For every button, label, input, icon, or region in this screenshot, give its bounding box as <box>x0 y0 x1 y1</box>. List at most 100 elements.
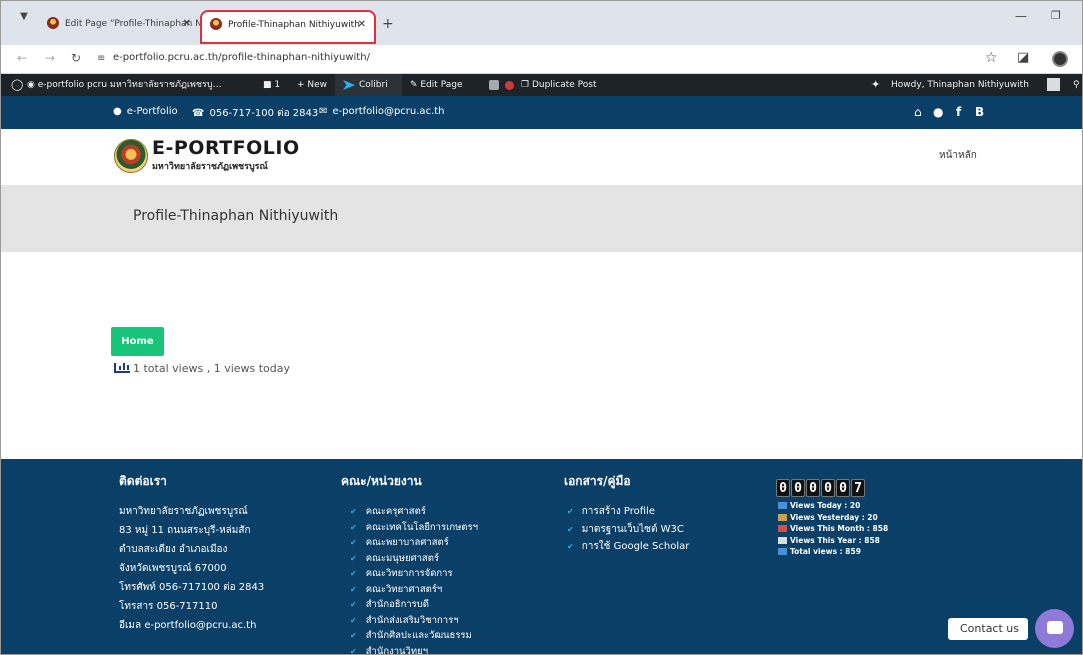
admin-bar-new[interactable]: + New <box>297 74 327 96</box>
stat-views-year: Views This Year : 858 <box>778 535 888 547</box>
faculty-link[interactable]: คณะเทคโนโลยีการเกษตรฯ <box>350 520 478 536</box>
site-footer: ติดต่อเรา มหาวิทยาลัยราชภัฏเพชรบูรณ์ 83 … <box>1 459 1082 655</box>
document-link[interactable]: การสร้าง Profile <box>567 503 689 521</box>
faculty-link[interactable]: คณะมนุษยศาสตร์ <box>350 551 478 567</box>
blog-icon[interactable]: B <box>975 105 984 119</box>
top-contact-bar: ● e-Portfolio ☎ 056-717-100 ต่อ 2843 ✉ e-po… <box>1 96 1082 129</box>
back-arrow-icon[interactable]: ← <box>17 51 27 65</box>
block-editor-icon[interactable] <box>489 80 499 90</box>
window-minimize-icon[interactable]: — <box>1015 9 1027 23</box>
chat-icon <box>1047 621 1063 634</box>
faculty-link[interactable]: สำนักส่งเสริมวิชาการฯ <box>350 613 478 629</box>
tab-close-icon[interactable]: ✕ <box>183 11 191 37</box>
status-dot-icon <box>505 81 514 90</box>
counter-digit: 0 <box>806 479 820 497</box>
comment-icon: ■ <box>263 80 275 90</box>
admin-bar-site-name[interactable]: ◉ e-portfolio pcru มหาวิทยาลัยราชภัฏเพชร… <box>27 74 222 96</box>
phone-link[interactable]: ☎ 056-717-100 ต่อ 2843 <box>192 106 318 121</box>
tab-edit-page[interactable]: Edit Page “Profile-Thinaphan N ✕ <box>39 11 202 43</box>
portfolio-label: e-Portfolio <box>126 106 178 117</box>
counter-digit: 0 <box>791 479 805 497</box>
home-icon[interactable]: ⌂ <box>914 105 922 119</box>
admin-bar-edit-page[interactable]: ✎ Edit Page <box>410 74 462 96</box>
faculty-link[interactable]: คณะพยาบาลศาสตร์ <box>350 535 478 551</box>
page-title-band: Profile-Thinaphan Nithiyuwith <box>1 185 1082 252</box>
tab-profile-active[interactable]: Profile-Thinaphan Nithiyuwith ✕ <box>200 10 376 44</box>
document-link[interactable]: มาตรฐานเว็บไซต์ W3C <box>567 521 689 539</box>
faculty-link[interactable]: คณะวิทยาการจัดการ <box>350 566 478 582</box>
new-tab-plus-icon[interactable]: + <box>382 16 394 32</box>
envelope-icon: ✉ <box>319 106 328 117</box>
tab-close-icon[interactable]: ✕ <box>358 12 366 38</box>
faculty-link[interactable]: สำนักศิลปะและวัฒนธรรม <box>350 628 478 644</box>
portfolio-link[interactable]: ● e-Portfolio <box>113 106 178 117</box>
wp-admin-bar: ◯ ◉ e-portfolio pcru มหาวิทยาลัยราชภัฏเพ… <box>1 74 1082 96</box>
document-link[interactable]: การใช้ Google Scholar <box>567 538 690 556</box>
pencil-icon: ✎ <box>410 80 421 90</box>
contact-line: 83 หมู่ 11 ถนนสระบุรี-หล่มสัก <box>119 525 251 536</box>
faculty-link[interactable]: สำนักอธิการบดี <box>350 597 478 613</box>
tab-title: Edit Page “Profile-Thinaphan N <box>65 19 202 29</box>
admin-bar-account[interactable]: Howdy, Thinaphan Nithiyuwith <box>891 74 1029 96</box>
email-label: e-portfolio@pcru.ac.th <box>332 106 445 117</box>
comments-count: 1 <box>274 80 281 90</box>
footer-faculties-heading: คณะ/หน่วยงาน <box>341 474 422 488</box>
forward-arrow-icon[interactable]: → <box>45 51 55 65</box>
site-favicon-icon <box>47 17 59 29</box>
facebook-icon[interactable]: f <box>956 105 961 119</box>
admin-bar-comments[interactable]: ■ 1 <box>263 74 280 96</box>
home-button[interactable]: Home <box>111 327 164 356</box>
site-favicon-icon <box>210 18 222 30</box>
person-icon <box>778 513 787 521</box>
email-link[interactable]: ✉ e-portfolio@pcru.ac.th <box>319 106 445 117</box>
faculty-link[interactable]: สำนักงานวิทยฯ <box>350 644 478 655</box>
site-info-icon[interactable]: ≡ <box>97 53 105 64</box>
site-header: E-PORTFOLIO มหาวิทยาลัยราชภัฏเพชรบูรณ์ ห… <box>1 129 1082 185</box>
wordpress-logo-icon[interactable]: ◯ <box>11 74 23 96</box>
nav-home-link[interactable]: หน้าหลัก <box>939 148 977 163</box>
bar-chart-icon <box>114 363 130 373</box>
page-title: Profile-Thinaphan Nithiyuwith <box>133 208 339 224</box>
colibri-logo-icon <box>343 80 355 90</box>
chat-bubble-button[interactable] <box>1035 609 1074 648</box>
sparkle-icon[interactable]: ✦ <box>871 74 880 96</box>
profile-avatar-icon[interactable] <box>1052 51 1068 67</box>
stat-label: Total views : 859 <box>790 547 861 556</box>
logo-title[interactable]: E-PORTFOLIO <box>152 137 300 159</box>
tab-title: Profile-Thinaphan Nithiyuwith <box>228 20 360 30</box>
contact-line: ตำบลสะเดียง อำเภอเมือง <box>119 544 228 555</box>
counter-digit: 0 <box>821 479 835 497</box>
user-avatar[interactable] <box>1047 78 1060 91</box>
dashboard-icon: ◉ <box>27 80 38 90</box>
search-icon[interactable]: ⚲ <box>1073 74 1080 96</box>
browser-window: ▼ Edit Page “Profile-Thinaphan N ✕ Profi… <box>0 0 1083 655</box>
university-seal-logo[interactable] <box>114 139 148 173</box>
stat-views-yesterday: Views Yesterday : 20 <box>778 512 888 524</box>
footer-documents-heading: เอกสาร/คู่มือ <box>564 474 631 488</box>
calendar-year-icon <box>778 536 787 544</box>
visitor-counter: 0 0 0 0 0 7 <box>776 479 865 497</box>
stat-label: Views This Month : 858 <box>790 524 889 533</box>
stat-label: Views Today : 20 <box>790 501 861 510</box>
admin-bar-duplicate-post[interactable]: ❐ Duplicate Post <box>521 74 597 96</box>
faculty-link[interactable]: คณะวิทยาศาสตร์ฯ <box>350 582 478 598</box>
contact-line: มหาวิทยาลัยราชภัฏเพชรบูรณ์ <box>119 506 248 517</box>
stat-views-today: Views Today : 20 <box>778 500 888 512</box>
faculty-link[interactable]: คณะครุศาสตร์ <box>350 504 478 520</box>
address-bar[interactable]: e-portfolio.pcru.ac.th/profile-thinaphan… <box>113 52 370 63</box>
extensions-icon[interactable]: ◪ <box>1017 50 1029 65</box>
address-toolbar: ← → ↻ ≡ e-portfolio.pcru.ac.th/profile-t… <box>1 45 1082 74</box>
views-text: 1 total views , 1 views today <box>133 362 291 375</box>
footer-contact-info: มหาวิทยาลัยราชภัฏเพชรบูรณ์ 83 หมู่ 11 ถน… <box>119 502 264 635</box>
calendar-month-icon <box>778 525 787 532</box>
contact-us-label[interactable]: Contact us <box>948 618 1028 640</box>
reload-icon[interactable]: ↻ <box>71 51 81 65</box>
tab-search-chevron-icon[interactable]: ▼ <box>15 8 33 26</box>
admin-bar-colibri[interactable]: Colibri <box>335 74 402 96</box>
contact-line: จังหวัดเพชรบูรณ์ 67000 <box>119 563 227 574</box>
window-restore-icon[interactable]: ❐ <box>1051 9 1061 22</box>
counter-digit: 0 <box>776 479 790 497</box>
stat-label: Views Yesterday : 20 <box>790 512 878 522</box>
messenger-icon[interactable]: ● <box>933 105 943 119</box>
bookmark-star-icon[interactable]: ☆ <box>985 50 998 66</box>
